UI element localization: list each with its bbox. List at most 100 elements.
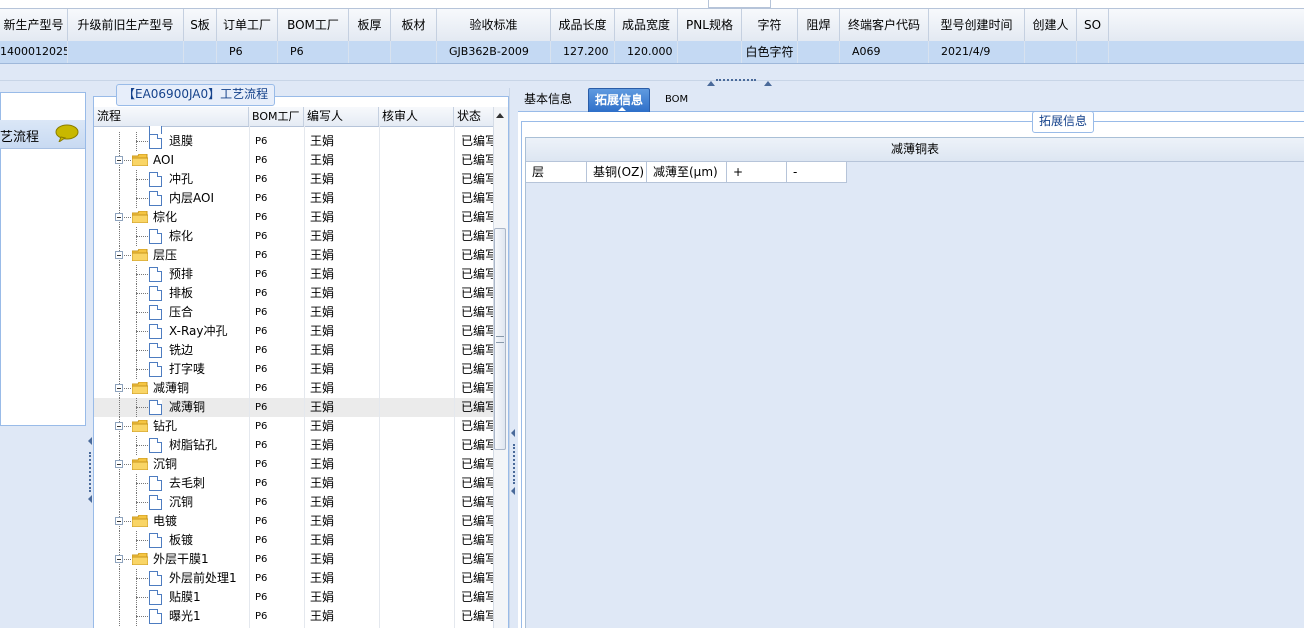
tree-column-header[interactable]: 状态 — [454, 107, 494, 126]
tree-node-group[interactable]: 棕化 P6 王娟 已编写 — [94, 208, 493, 227]
left-splitter-grip[interactable] — [89, 452, 91, 492]
grid-column-header[interactable]: 阻焊 — [798, 9, 840, 41]
collapse-toggle-icon[interactable] — [115, 555, 123, 563]
tree-node-step[interactable]: 外层前处理1 P6 王娟 已编写 — [94, 569, 493, 588]
grid-column-header[interactable]: PNL规格 — [678, 9, 742, 41]
tree-column-header[interactable]: 流程 — [94, 107, 249, 126]
grid-column-header[interactable]: 升级前旧生产型号 — [68, 9, 184, 41]
grid-column-header[interactable]: 板材 — [391, 9, 437, 41]
grid-column-header[interactable]: 成品长度 — [551, 9, 615, 41]
tree-node-group[interactable]: 电镀 P6 王娟 已编写 — [94, 512, 493, 531]
grid-column-header[interactable]: 创建人 — [1025, 9, 1077, 41]
grid-column-header[interactable]: 成品宽度 — [615, 9, 678, 41]
tree-cell-writer: 王娟 — [310, 210, 335, 224]
tree-node-step[interactable]: 板镀 P6 王娟 已编写 — [94, 531, 493, 550]
scrollbar-thumb-grip[interactable] — [496, 336, 504, 343]
tree-node-step[interactable]: 打字唛 P6 王娟 已编写 — [94, 360, 493, 379]
grid-column-header[interactable]: 字符 — [742, 9, 798, 41]
grid-column-header[interactable]: BOM工厂 — [278, 9, 349, 41]
grid-column-header[interactable]: 终端客户代码 — [840, 9, 929, 41]
tree-node-step[interactable]: 内层AOI P6 王娟 已编写 — [94, 189, 493, 208]
tree-guide-line — [119, 398, 120, 417]
tree-column-header[interactable]: 编写人 — [304, 107, 379, 126]
tree-node-step[interactable]: 冲孔 P6 王娟 已编写 — [94, 170, 493, 189]
grid-cell[interactable]: 2021/4/9 — [929, 41, 1025, 63]
folder-icon — [132, 249, 148, 261]
grid-cell[interactable]: 1400012025 — [0, 41, 68, 63]
tree-node-group[interactable]: AOI P6 王娟 已编写 — [94, 151, 493, 170]
tree-cell-bom: P6 — [255, 402, 268, 413]
tree-node-step[interactable]: 去毛刺 P6 王娟 已编写 — [94, 474, 493, 493]
tree-node-group[interactable]: 钻孔 P6 王娟 已编写 — [94, 417, 493, 436]
tree-node-step[interactable]: 压合 P6 王娟 已编写 — [94, 303, 493, 322]
tree-node-group[interactable]: 沉铜 P6 王娟 已编写 — [94, 455, 493, 474]
tree-node-step[interactable]: 退膜 P6 王娟 已编写 — [94, 132, 493, 151]
copper-table-column-header[interactable]: 基铜(OZ) — [587, 162, 647, 183]
grid-cell[interactable] — [678, 41, 742, 63]
grid-row-selected[interactable]: 1400012025 P6 P6 GJB362B-2009 127.200 120.000… — [0, 41, 1304, 64]
grid-cell[interactable]: 127.200 — [551, 41, 615, 63]
grid-cell[interactable] — [349, 41, 391, 63]
tree-cell-writer: 王娟 — [310, 305, 335, 319]
tree-node-step[interactable]: 贴膜1 P6 王娟 已编写 — [94, 588, 493, 607]
grid-cell[interactable]: 白色字符 — [742, 41, 798, 63]
grid-column-header[interactable]: 新生产型号 — [0, 9, 68, 41]
tree-column-header[interactable]: 核审人 — [379, 107, 454, 126]
collapse-toggle-icon[interactable] — [115, 384, 123, 392]
copper-table-column-header[interactable]: 减薄至(μm) — [647, 162, 727, 183]
grid-cell[interactable] — [68, 41, 184, 63]
tab-0[interactable]: 基本信息 — [518, 88, 578, 111]
tree-node-step[interactable]: 铣边 P6 王娟 已编写 — [94, 341, 493, 360]
grid-cell[interactable]: P6 — [278, 41, 349, 63]
collapse-toggle-icon[interactable] — [115, 156, 123, 164]
grid-column-header[interactable]: 订单工厂 — [217, 9, 278, 41]
grid-column-header[interactable]: S板 — [184, 9, 217, 41]
collapse-left-icon-2[interactable] — [88, 495, 92, 503]
grid-cell[interactable]: A069 — [840, 41, 929, 63]
copper-table-column-header[interactable]: 层 — [526, 162, 587, 183]
tree-node-group[interactable]: 外层干膜1 P6 王娟 已编写 — [94, 550, 493, 569]
collapse-mid-icon-2[interactable] — [511, 487, 515, 495]
tree-node-group[interactable]: 减薄铜 P6 王娟 已编写 — [94, 379, 493, 398]
tree-node-step[interactable]: 预排 P6 王娟 已编写 — [94, 265, 493, 284]
grid-cell[interactable] — [1077, 41, 1109, 63]
tree-cell-writer: 王娟 — [310, 609, 335, 623]
nav-item-process[interactable]: 艺流程 — [0, 120, 85, 149]
copper-table-column-header[interactable]: + — [727, 162, 787, 183]
tree-node-step[interactable]: X-Ray冲孔 P6 王娟 已编写 — [94, 322, 493, 341]
tree-node-step[interactable]: 树脂钻孔 P6 王娟 已编写 — [94, 436, 493, 455]
grid-cell[interactable]: P6 — [217, 41, 278, 63]
tree-cell-status: 已编写 — [461, 514, 493, 528]
tree-cell-status: 已编写 — [461, 134, 493, 148]
collapse-toggle-icon[interactable] — [115, 517, 123, 525]
tree-column-header[interactable]: BOM工厂 — [249, 107, 304, 126]
grid-cell[interactable] — [391, 41, 437, 63]
tree-node-step[interactable]: 曝光1 P6 王娟 已编写 — [94, 607, 493, 626]
copper-table-column-header[interactable]: - — [787, 162, 847, 183]
tree-node-step[interactable]: 棕化 P6 王娟 已编写 — [94, 227, 493, 246]
collapse-toggle-icon[interactable] — [115, 422, 123, 430]
tree-node-step[interactable]: 减薄铜 P6 王娟 已编写 — [94, 398, 493, 417]
grid-cell[interactable] — [1025, 41, 1077, 63]
grid-column-header[interactable]: 板厚 — [349, 9, 391, 41]
mid-splitter-grip[interactable] — [513, 444, 515, 484]
collapse-left-icon-1[interactable] — [88, 437, 92, 445]
grid-cell[interactable]: GJB362B-2009 — [437, 41, 551, 63]
splitter-grip[interactable] — [716, 79, 756, 85]
horizontal-splitter[interactable] — [0, 64, 1304, 81]
grid-cell[interactable]: 120.000 — [615, 41, 678, 63]
tab-2[interactable]: BOM — [659, 88, 694, 111]
tree-node-step[interactable]: 沉铜 P6 王娟 已编写 — [94, 493, 493, 512]
collapse-toggle-icon[interactable] — [115, 251, 123, 259]
grid-cell[interactable] — [184, 41, 217, 63]
grid-column-header[interactable]: 型号创建时间 — [929, 9, 1025, 41]
grid-cell[interactable] — [798, 41, 840, 63]
tree-node-step[interactable]: 排板 P6 王娟 已编写 — [94, 284, 493, 303]
scroll-up-arrow-icon[interactable] — [496, 113, 504, 118]
tree-node-group[interactable]: 层压 P6 王娟 已编写 — [94, 246, 493, 265]
collapse-toggle-icon[interactable] — [115, 213, 123, 221]
collapse-mid-icon-1[interactable] — [511, 429, 515, 437]
grid-column-header[interactable]: SO — [1077, 9, 1109, 41]
grid-column-header[interactable]: 验收标准 — [437, 9, 551, 41]
collapse-toggle-icon[interactable] — [115, 460, 123, 468]
